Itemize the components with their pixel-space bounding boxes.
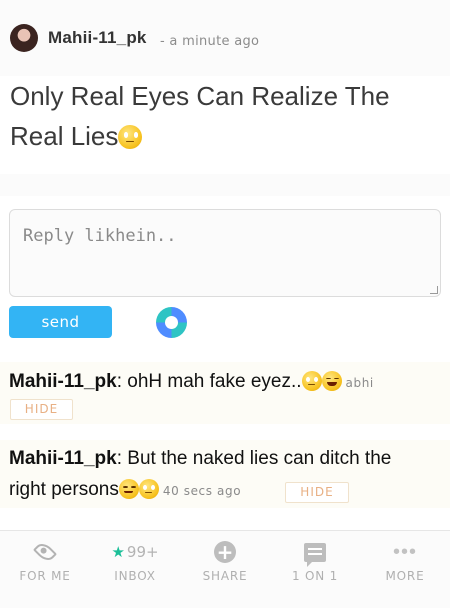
laughing-emoji-icon (321, 371, 342, 391)
comment-item: Mahii-11_pk: But the naked lies can ditc… (0, 440, 450, 508)
bottom-nav: FOR ME ★ 99+ INBOX + SHARE 1 ON 1 ••• MOR… (0, 530, 450, 608)
comment-body: : ohH mah fake eyez.. (116, 371, 302, 392)
eye-roll-emoji-icon (138, 479, 159, 499)
loading-spinner-icon (156, 307, 187, 338)
nav-one-on-one[interactable]: 1 ON 1 (270, 531, 360, 608)
comment-item: Mahii-11_pk: ohH mah fake eyez.. abhi HID… (0, 362, 450, 424)
eye-roll-emoji-icon (301, 371, 322, 391)
eye-icon (32, 539, 58, 565)
comment-author[interactable]: Mahii-11_pk (9, 371, 117, 392)
nav-label: SHARE (202, 569, 248, 583)
comment-author[interactable]: Mahii-11_pk (9, 448, 117, 469)
section-divider (0, 174, 450, 196)
eye-roll-emoji-icon (118, 125, 143, 149)
nav-more[interactable]: ••• MORE (360, 531, 450, 608)
reply-box (9, 209, 441, 297)
nav-label: MORE (385, 569, 425, 583)
comment-time: abhi (345, 376, 374, 390)
comment-text: Mahii-11_pk: But the naked lies can ditc… (9, 443, 429, 507)
nav-label: 1 ON 1 (291, 569, 339, 583)
hide-button[interactable]: HIDE (285, 482, 349, 503)
post-title: Only Real Eyes Can Realize The Real Lies (10, 76, 440, 156)
comment-text: Mahii-11_pk: ohH mah fake eyez.. abhi (9, 366, 374, 399)
post-author[interactable]: Mahii-11_pk (48, 28, 147, 48)
inbox-count-badge: 99+ (126, 543, 159, 561)
plus-icon: + (214, 541, 236, 563)
nav-label: INBOX (114, 569, 156, 583)
post-title-text: Only Real Eyes Can Realize The Real Lies (10, 81, 390, 151)
resize-handle-icon[interactable] (430, 286, 438, 294)
avatar[interactable] (10, 24, 38, 52)
chat-icon (304, 542, 326, 567)
reply-input[interactable] (10, 210, 440, 296)
nav-share[interactable]: + SHARE (180, 531, 270, 608)
send-button[interactable]: send (9, 306, 112, 338)
hide-button[interactable]: HIDE (10, 399, 73, 420)
post-time: - a minute ago (160, 34, 260, 49)
star-icon: ★ (111, 544, 125, 561)
smiling-emoji-icon (118, 479, 139, 499)
nav-label: FOR ME (19, 569, 71, 583)
nav-inbox[interactable]: ★ 99+ INBOX (90, 531, 180, 608)
post-header: Mahii-11_pk - a minute ago (0, 0, 450, 76)
comment-time: 40 secs ago (162, 484, 242, 498)
more-icon: ••• (392, 541, 418, 563)
nav-for-me[interactable]: FOR ME (0, 531, 90, 608)
